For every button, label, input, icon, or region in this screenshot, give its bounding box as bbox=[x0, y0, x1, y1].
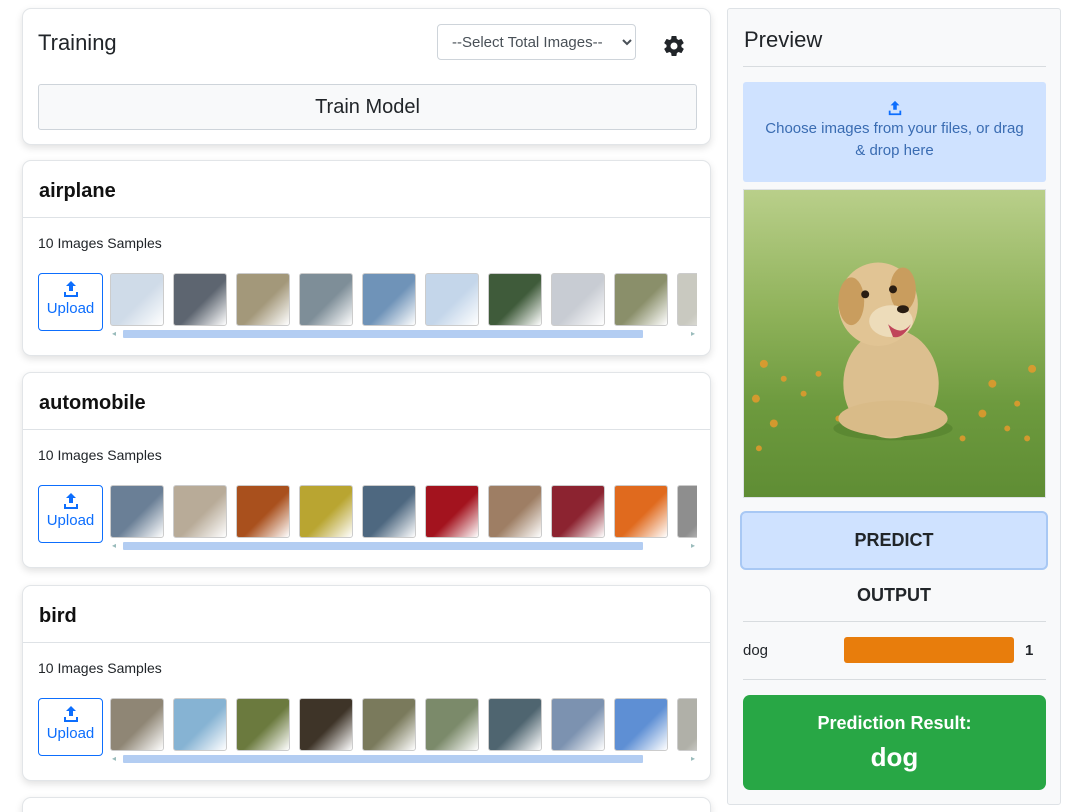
horizontal-scrollbar[interactable]: ◂ ▸ bbox=[110, 329, 697, 339]
file-dropzone[interactable]: Choose images from your files, or drag &… bbox=[743, 82, 1046, 182]
sample-thumbnail bbox=[677, 698, 697, 751]
sample-thumbnail bbox=[362, 485, 416, 538]
upload-button[interactable]: Upload bbox=[38, 273, 103, 331]
sample-thumbnail bbox=[236, 273, 290, 326]
sample-thumbnail bbox=[236, 485, 290, 538]
scrollbar-thumb[interactable] bbox=[123, 330, 643, 338]
train-model-button[interactable]: Train Model bbox=[38, 84, 697, 130]
class-card-airplane: airplane 10 Images Samples Upload ◂ ▸ bbox=[22, 160, 711, 356]
sample-thumbnail bbox=[110, 273, 164, 326]
sample-thumbnail bbox=[425, 698, 479, 751]
sample-thumbnail bbox=[551, 485, 605, 538]
sample-thumbnail bbox=[299, 485, 353, 538]
output-confidence-bar bbox=[844, 637, 1014, 663]
sample-thumbnail bbox=[614, 485, 668, 538]
sample-thumbnail bbox=[425, 273, 479, 326]
predict-button[interactable]: PREDICT bbox=[740, 511, 1048, 570]
sample-thumbnail bbox=[362, 698, 416, 751]
sample-thumbnail bbox=[173, 698, 227, 751]
output-class-name: dog bbox=[743, 642, 769, 659]
class-card-next bbox=[22, 797, 711, 812]
total-images-select[interactable]: --Select Total Images-- bbox=[437, 24, 636, 60]
sample-thumbnail bbox=[614, 698, 668, 751]
sample-image-strip[interactable] bbox=[110, 698, 697, 754]
prediction-result-label: Prediction Result: bbox=[817, 713, 972, 733]
upload-icon bbox=[888, 100, 901, 116]
sample-thumbnail bbox=[236, 698, 290, 751]
sample-thumbnail bbox=[110, 485, 164, 538]
class-name: bird bbox=[23, 586, 710, 643]
horizontal-scrollbar[interactable]: ◂ ▸ bbox=[110, 541, 697, 551]
sample-thumbnail bbox=[677, 273, 697, 326]
scroll-left-icon[interactable]: ◂ bbox=[112, 329, 116, 339]
preview-panel: Preview Choose images from your files, o… bbox=[727, 8, 1061, 805]
divider bbox=[743, 66, 1046, 67]
output-label: OUTPUT bbox=[857, 585, 931, 605]
sample-thumbnail bbox=[425, 485, 479, 538]
horizontal-scrollbar[interactable]: ◂ ▸ bbox=[110, 754, 697, 764]
prediction-result-box: Prediction Result: dog bbox=[743, 695, 1046, 790]
sample-thumbnail bbox=[299, 273, 353, 326]
gear-icon[interactable] bbox=[662, 34, 686, 58]
sample-thumbnail bbox=[173, 485, 227, 538]
upload-label: Upload bbox=[46, 512, 95, 529]
class-card-bird: bird 10 Images Samples Upload ◂ ▸ bbox=[22, 585, 711, 781]
divider bbox=[743, 679, 1046, 680]
sample-thumbnail bbox=[173, 273, 227, 326]
dropzone-text: Choose images from your files, or drag &… bbox=[765, 120, 1024, 159]
training-column: Training --Select Total Images-- Train M… bbox=[22, 8, 711, 812]
scroll-left-icon[interactable]: ◂ bbox=[112, 754, 116, 764]
scroll-left-icon[interactable]: ◂ bbox=[112, 541, 116, 551]
sample-thumbnail bbox=[614, 273, 668, 326]
upload-icon bbox=[63, 281, 78, 297]
upload-icon bbox=[63, 493, 78, 509]
preview-image bbox=[743, 189, 1046, 498]
training-title: Training bbox=[38, 30, 117, 55]
sample-thumbnail bbox=[551, 273, 605, 326]
training-card: Training --Select Total Images-- Train M… bbox=[22, 8, 711, 145]
sample-image-strip[interactable] bbox=[110, 485, 697, 541]
scrollbar-thumb[interactable] bbox=[123, 755, 643, 763]
samples-label: 10 Images Samples bbox=[38, 660, 162, 676]
scroll-right-icon[interactable]: ▸ bbox=[691, 329, 695, 339]
upload-button[interactable]: Upload bbox=[38, 698, 103, 756]
sample-thumbnail bbox=[551, 698, 605, 751]
sample-thumbnail bbox=[299, 698, 353, 751]
preview-title: Preview bbox=[744, 27, 823, 52]
divider bbox=[743, 621, 1046, 622]
scroll-right-icon[interactable]: ▸ bbox=[691, 754, 695, 764]
prediction-result-value: dog bbox=[870, 742, 919, 772]
scroll-right-icon[interactable]: ▸ bbox=[691, 541, 695, 551]
sample-thumbnail bbox=[362, 273, 416, 326]
samples-label: 10 Images Samples bbox=[38, 447, 162, 463]
upload-label: Upload bbox=[46, 300, 95, 317]
sample-thumbnail bbox=[488, 698, 542, 751]
samples-label: 10 Images Samples bbox=[38, 235, 162, 251]
upload-label: Upload bbox=[46, 725, 95, 742]
class-name: automobile bbox=[23, 373, 710, 430]
class-name: airplane bbox=[23, 161, 710, 218]
scrollbar-thumb[interactable] bbox=[123, 542, 643, 550]
class-card-automobile: automobile 10 Images Samples Upload ◂ ▸ bbox=[22, 372, 711, 568]
sample-image-strip[interactable] bbox=[110, 273, 697, 329]
upload-icon bbox=[63, 706, 78, 722]
output-confidence-value: 1 bbox=[1025, 642, 1034, 659]
sample-thumbnail bbox=[677, 485, 697, 538]
sample-thumbnail bbox=[110, 698, 164, 751]
sample-thumbnail bbox=[488, 485, 542, 538]
upload-button[interactable]: Upload bbox=[38, 485, 103, 543]
sample-thumbnail bbox=[488, 273, 542, 326]
